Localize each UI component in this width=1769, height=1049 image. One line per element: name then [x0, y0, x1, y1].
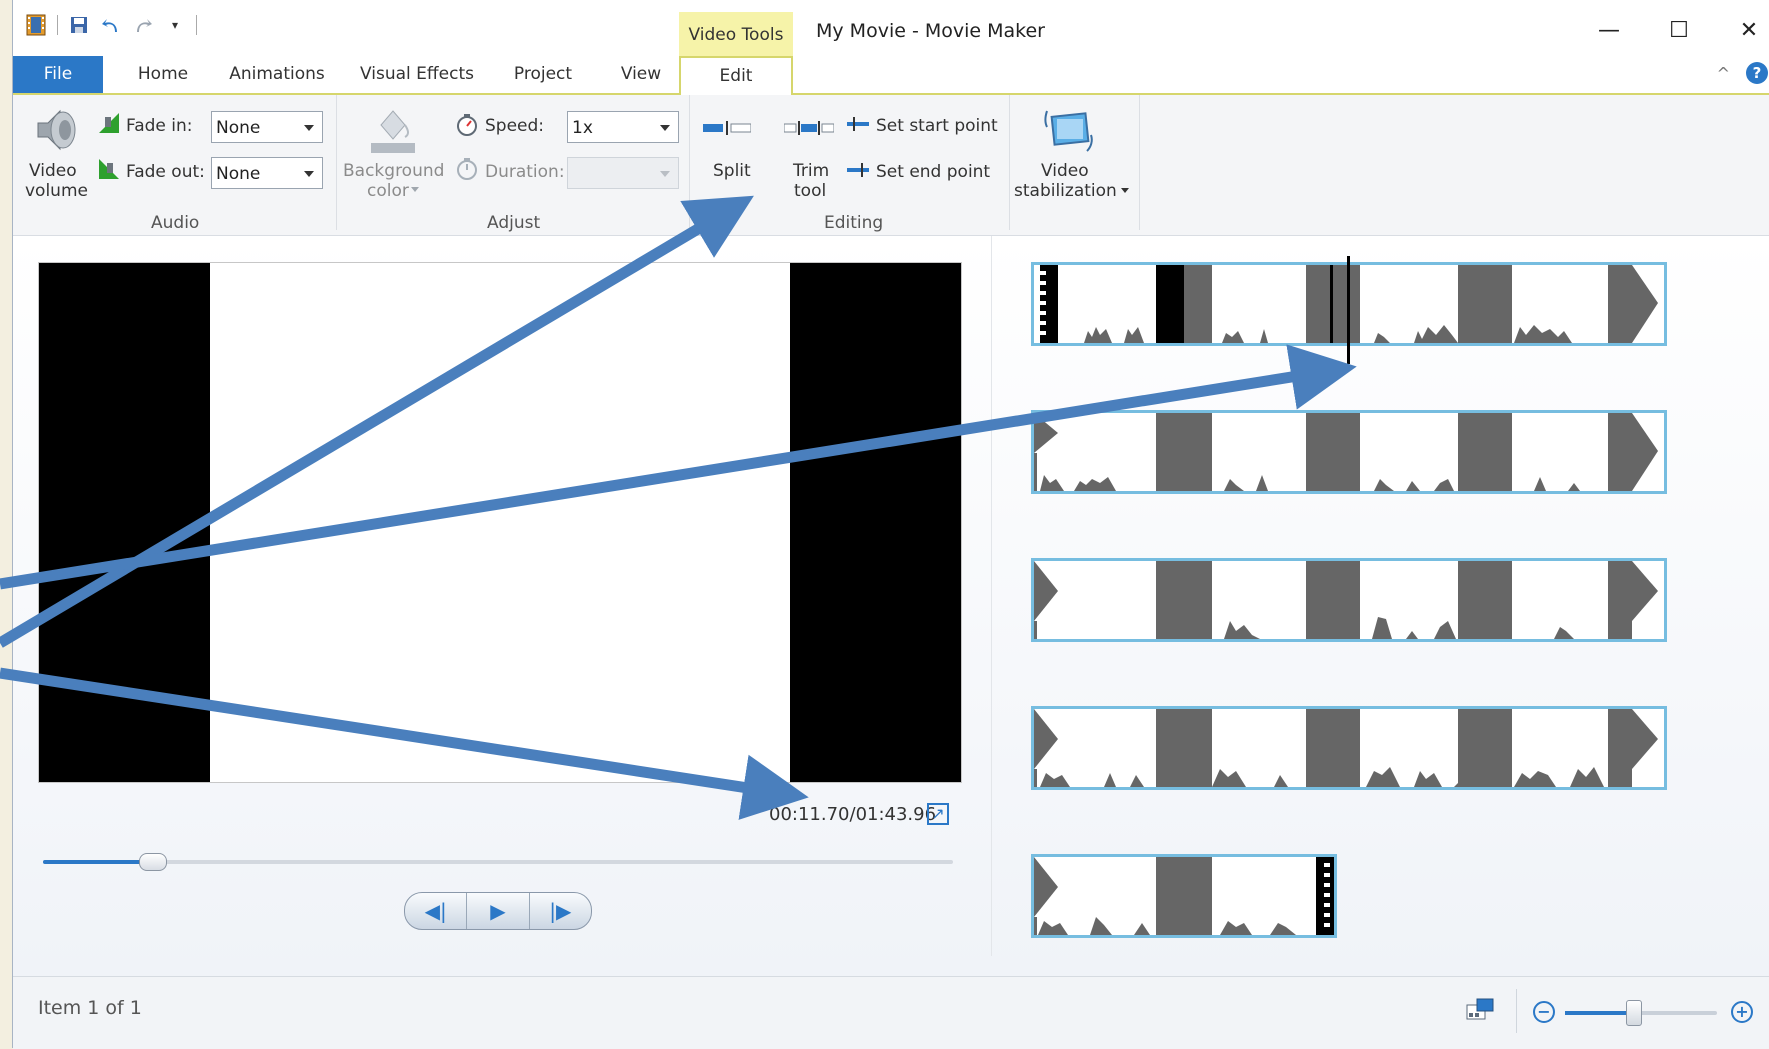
- arrow-to-playhead: [0, 344, 1357, 590]
- annotation-arrows: [0, 195, 1357, 820]
- arrow-to-split: [0, 195, 754, 648]
- arrow-to-timecode: [0, 667, 809, 820]
